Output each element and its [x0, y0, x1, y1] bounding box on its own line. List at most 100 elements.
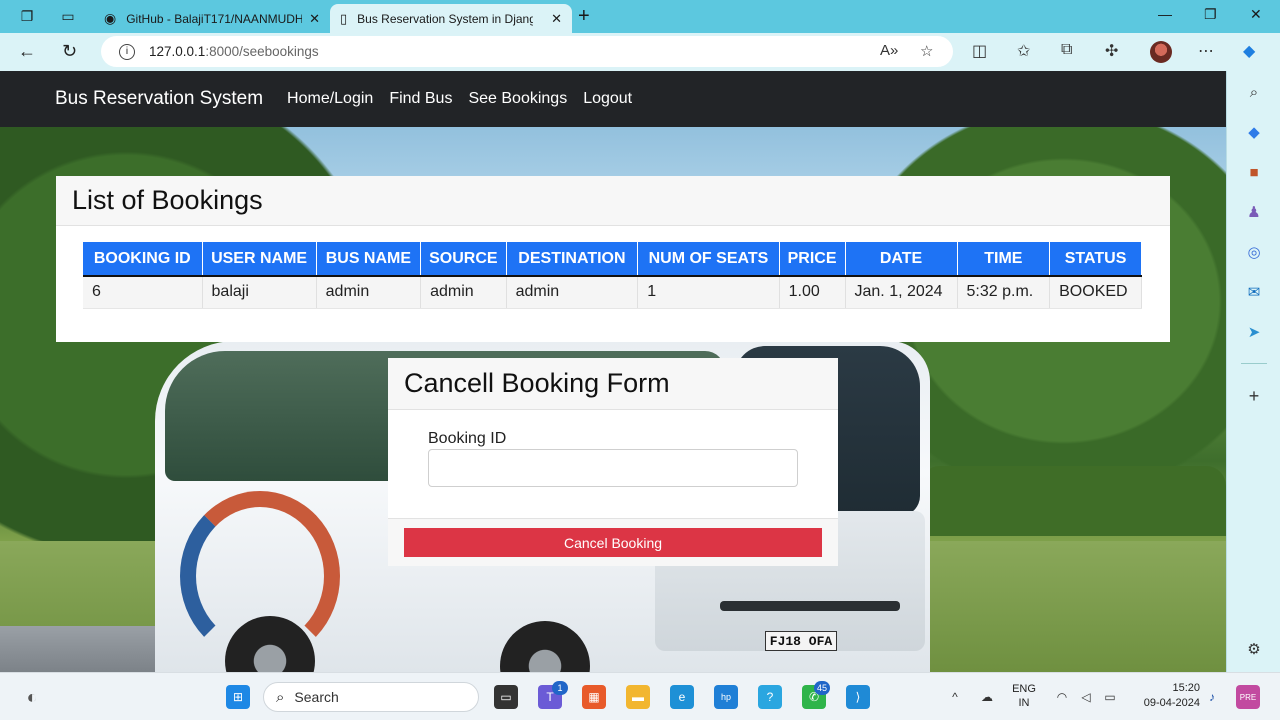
send-icon[interactable]: ➤ — [1245, 323, 1263, 341]
windows-taskbar: ◐ ⊞ ⌕ Search ▭ T 1 ▦ ▬ e hp ? ✆ 45 ⟩ ^ ☁… — [0, 672, 1280, 720]
card-header: Cancell Booking Form — [388, 358, 838, 410]
chevron-up-icon[interactable]: ^ — [943, 685, 967, 709]
tab-title: Bus Reservation System in Djang — [357, 11, 534, 26]
add-icon[interactable]: + — [1245, 386, 1263, 406]
bus-grille — [720, 601, 900, 611]
profile-avatar[interactable] — [1150, 41, 1172, 63]
help-icon[interactable]: ? — [758, 685, 782, 709]
column-header: SOURCE — [420, 242, 507, 277]
clock-time[interactable]: 15:20 — [1140, 682, 1200, 694]
search-icon[interactable]: ⌕ — [1245, 83, 1263, 101]
background-hedge — [920, 466, 1226, 536]
column-header: DATE — [845, 242, 958, 277]
cell-booking-id: 6 — [83, 276, 203, 309]
copilot-icon[interactable]: ◆ — [1243, 41, 1255, 61]
browser-sidebar: ⌕ ◆ ■ ♟ ◎ ✉ ➤ + ⚙ — [1226, 71, 1280, 672]
column-header: NUM OF SEATS — [637, 242, 780, 277]
input-language[interactable]: ENG — [1010, 683, 1038, 695]
nav-see-bookings[interactable]: See Bookings — [468, 90, 567, 108]
nav-logout[interactable]: Logout — [583, 90, 632, 108]
store-icon[interactable]: ▦ — [582, 685, 606, 709]
nav-find-bus[interactable]: Find Bus — [389, 90, 452, 108]
onedrive-icon[interactable]: ☁ — [975, 685, 999, 709]
edge-icon[interactable]: e — [670, 685, 694, 709]
games-icon[interactable]: ♟ — [1245, 203, 1263, 221]
cancel-booking-button[interactable]: Cancel Booking — [404, 528, 822, 557]
page-viewport: FJ18 OFA Bus Reservation System Home/Log… — [0, 71, 1226, 672]
shopping-tag-icon[interactable]: ◆ — [1245, 123, 1263, 141]
column-header: USER NAME — [202, 242, 317, 277]
cancel-booking-card: Cancell Booking Form Booking ID Cancel B… — [388, 358, 838, 566]
cell-source: admin — [420, 276, 507, 309]
teams-badge: 1 — [552, 681, 568, 695]
github-icon: ◉ — [104, 10, 117, 26]
weather-icon[interactable]: ◐ — [20, 685, 44, 709]
wifi-icon[interactable]: ◠ — [1050, 685, 1074, 709]
cell-price: 1.00 — [779, 276, 846, 309]
myhp-icon[interactable]: hp — [714, 685, 738, 709]
notification-bell-icon[interactable]: ♪ — [1200, 685, 1224, 709]
card-footer: Cancel Booking — [388, 518, 838, 566]
cell-date: Jan. 1, 2024 — [845, 276, 958, 309]
copilot-preview-icon[interactable]: PRE — [1236, 685, 1260, 709]
column-header: BUS NAME — [316, 242, 422, 277]
page-title: List of Bookings — [72, 185, 263, 215]
close-icon[interactable]: ✕ — [309, 11, 320, 27]
cell-num-seats: 1 — [637, 276, 780, 309]
outlook-icon[interactable]: ✉ — [1245, 283, 1263, 301]
copilot-sidebar-icon[interactable]: ◎ — [1245, 243, 1263, 261]
settings-gear-icon[interactable]: ⚙ — [1245, 640, 1263, 658]
booking-id-input[interactable] — [428, 449, 798, 487]
table-header-row: BOOKING ID USER NAME BUS NAME SOURCE DES… — [83, 242, 1142, 277]
collections-icon[interactable]: ⧉ — [1061, 41, 1072, 59]
form-title: Cancell Booking Form — [404, 368, 670, 398]
url-path: :8000/seebookings — [205, 44, 319, 59]
split-screen-icon[interactable]: ◫ — [972, 41, 987, 61]
page-icon: ▯ — [340, 10, 348, 26]
workspaces-icon[interactable]: ❐ — [17, 6, 37, 26]
volume-icon[interactable]: ◁ — [1074, 685, 1098, 709]
close-icon[interactable]: ✕ — [551, 11, 562, 27]
restore-icon[interactable]: ❐ — [1204, 6, 1217, 23]
read-aloud-icon[interactable]: A» — [880, 42, 898, 59]
battery-icon[interactable]: ▭ — [1098, 685, 1122, 709]
address-bar-row: ← ↻ i 127.0.0.1:8000/seebookings A» ☆ ◫ … — [0, 33, 1280, 71]
booking-id-label: Booking ID — [428, 430, 507, 447]
new-tab-icon[interactable]: + — [578, 5, 590, 28]
cell-bus-name: admin — [316, 276, 422, 309]
extensions-icon[interactable]: ✣ — [1105, 41, 1118, 61]
start-icon[interactable]: ⊞ — [226, 685, 250, 709]
sidebar-divider — [1241, 363, 1267, 364]
site-brand[interactable]: Bus Reservation System — [55, 88, 263, 110]
tab-github[interactable]: ◉ GitHub - BalajiT171/NAANMUDH ✕ — [94, 4, 330, 33]
browser-title-bar: ❐ ▭ ◉ GitHub - BalajiT171/NAANMUDH ✕ ▯ B… — [0, 0, 1280, 33]
tab-bus-reservation[interactable]: ▯ Bus Reservation System in Djang ✕ — [330, 4, 572, 33]
site-navbar: Bus Reservation System Home/Login Find B… — [0, 71, 1226, 127]
window-close-icon[interactable]: ✕ — [1250, 6, 1262, 23]
tab-title: GitHub - BalajiT171/NAANMUDH — [126, 11, 303, 26]
column-header: PRICE — [779, 242, 846, 277]
file-explorer-icon[interactable]: ▬ — [626, 685, 650, 709]
favorite-star-icon[interactable]: ☆ — [920, 42, 933, 60]
tab-actions-icon[interactable]: ▭ — [58, 6, 78, 26]
refresh-icon[interactable]: ↻ — [62, 41, 77, 62]
more-menu-icon[interactable]: ⋯ — [1198, 41, 1214, 61]
info-icon[interactable]: i — [119, 43, 135, 60]
vscode-icon[interactable]: ⟩ — [846, 685, 870, 709]
input-region[interactable]: IN — [1010, 697, 1038, 709]
minimize-icon[interactable]: — — [1158, 6, 1172, 22]
back-icon[interactable]: ← — [18, 41, 36, 62]
address-bar[interactable]: i 127.0.0.1:8000/seebookings — [101, 36, 953, 67]
search-placeholder: Search — [294, 689, 339, 705]
task-view-icon[interactable]: ▭ — [494, 685, 518, 709]
cell-user-name: balaji — [202, 276, 317, 309]
url-host: 127.0.0.1 — [149, 44, 206, 59]
nav-home-login[interactable]: Home/Login — [287, 90, 373, 108]
search-icon: ⌕ — [276, 688, 285, 706]
taskbar-search[interactable]: ⌕ Search — [263, 682, 479, 712]
tools-icon[interactable]: ■ — [1245, 163, 1263, 181]
bookings-table: BOOKING ID USER NAME BUS NAME SOURCE DES… — [83, 242, 1142, 309]
column-header: STATUS — [1049, 242, 1142, 277]
clock-date[interactable]: 09-04-2024 — [1130, 697, 1200, 709]
favorites-icon[interactable]: ✩ — [1017, 41, 1030, 61]
